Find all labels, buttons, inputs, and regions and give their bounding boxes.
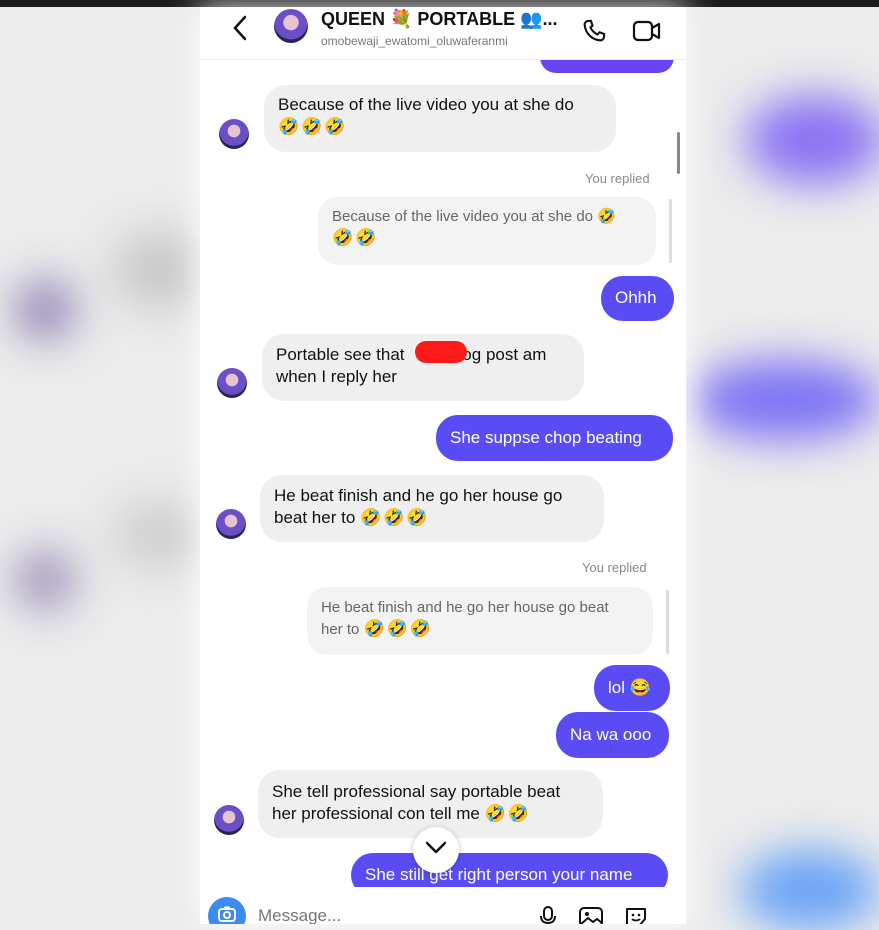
chevron-left-icon[interactable]: [230, 13, 250, 49]
message-text: her professional con tell me: [272, 804, 480, 823]
reply-bar: [666, 590, 669, 654]
replied-to-message[interactable]: He beat finish and he go her house go be…: [307, 587, 653, 655]
video-icon[interactable]: [632, 17, 662, 50]
sender-avatar[interactable]: [217, 368, 247, 398]
reply-text: Because of the live video you at she do …: [332, 208, 616, 225]
outgoing-message[interactable]: Ohhh: [601, 276, 674, 321]
phone-icon[interactable]: [580, 17, 608, 50]
reply-text: He beat finish and he go her house go be…: [321, 599, 609, 616]
message-emoji: 🤣🤣: [484, 804, 531, 823]
reply-emoji: 🤣🤣: [332, 228, 379, 247]
chat-header: QUEEN 💐 PORTABLE 👥... omobewaji_ewatomi_…: [200, 7, 686, 60]
chevron-down-icon: [424, 840, 448, 861]
top-edge: [0, 0, 879, 7]
camera-icon: [217, 904, 237, 925]
avatar[interactable]: [274, 9, 308, 43]
message-text: She tell professional say portable beat: [272, 782, 561, 801]
outgoing-message[interactable]: lol 😂: [594, 665, 670, 711]
incoming-message[interactable]: He beat finish and he go her house go be…: [260, 475, 604, 542]
scroll-to-bottom-button[interactable]: [413, 827, 459, 873]
you-replied-label: You replied: [585, 171, 650, 186]
chat-username[interactable]: omobewaji_ewatomi_oluwaferanmi: [321, 34, 508, 48]
chat-screen: QUEEN 💐 PORTABLE 👥... omobewaji_ewatomi_…: [200, 7, 686, 924]
message-text: Because of the live video you at she do: [278, 95, 574, 114]
gallery-icon[interactable]: [578, 905, 604, 924]
sender-avatar[interactable]: [214, 805, 244, 835]
message-input[interactable]: [256, 905, 460, 924]
bg-blur-purple-2: [690, 360, 879, 440]
sender-avatar[interactable]: [219, 119, 249, 149]
scrollbar[interactable]: [677, 132, 680, 174]
reply-emoji: 🤣🤣🤣: [363, 619, 434, 638]
redaction-mark: [415, 341, 467, 363]
replied-to-message[interactable]: Because of the live video you at she do …: [318, 197, 656, 265]
message-emoji: 🤣🤣🤣: [278, 117, 348, 136]
message-text: He beat finish and he go her house go: [274, 486, 563, 505]
bg-blur-blue: [740, 850, 879, 930]
sticker-icon[interactable]: [623, 905, 649, 924]
reply-bar: [669, 199, 672, 263]
bg-blur-avatar: [15, 280, 75, 340]
bg-blur-avatar-2: [15, 550, 75, 610]
camera-button[interactable]: [208, 897, 246, 924]
bg-blur-gray-2: [110, 500, 210, 570]
bg-blur-purple: [745, 95, 879, 185]
message-composer: [200, 887, 686, 924]
chat-title[interactable]: QUEEN 💐 PORTABLE 👥...: [321, 9, 558, 30]
reply-text: her to: [321, 621, 360, 638]
message-emoji: 🤣🤣🤣: [360, 508, 430, 527]
bg-blur-gray: [110, 230, 210, 310]
message-text: when I reply her: [276, 367, 397, 386]
incoming-message[interactable]: Because of the live video you at she do …: [264, 85, 616, 152]
outgoing-message[interactable]: Na wa ooo: [556, 712, 669, 758]
message-text: Portable see that: [276, 345, 405, 364]
message-text: beat her to: [274, 508, 356, 527]
microphone-icon[interactable]: [538, 905, 558, 924]
you-replied-label: You replied: [582, 560, 647, 575]
message-text: log post am: [458, 345, 547, 364]
sender-avatar[interactable]: [216, 509, 246, 539]
outgoing-message[interactable]: She suppse chop beating: [436, 415, 673, 461]
